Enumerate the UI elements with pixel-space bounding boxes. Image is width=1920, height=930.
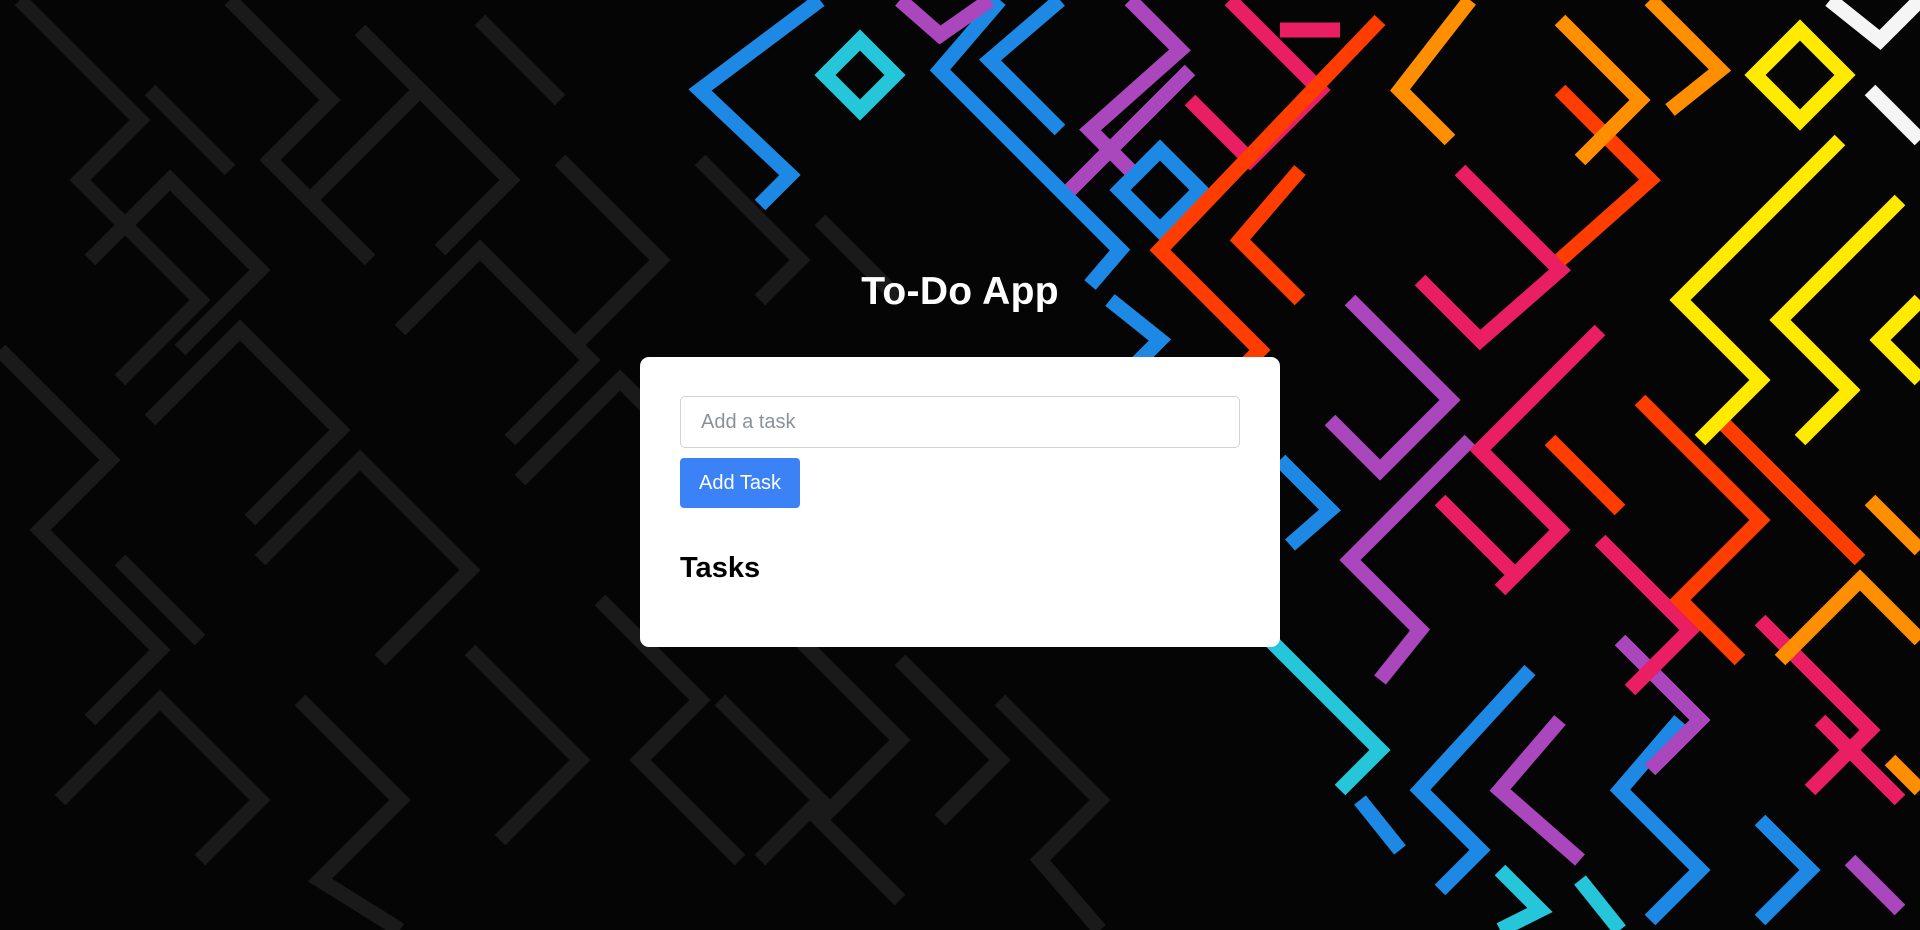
tasks-heading: Tasks (680, 552, 761, 584)
add-task-button[interactable]: Add Task (680, 458, 800, 508)
todo-card: Add Task Tasks (640, 357, 1280, 647)
page-title: To-Do App (861, 270, 1059, 313)
task-input[interactable] (680, 396, 1240, 448)
